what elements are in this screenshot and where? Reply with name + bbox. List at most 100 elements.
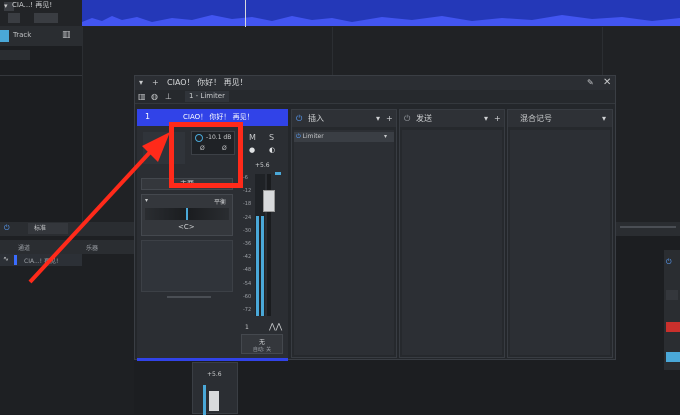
chevron-down-icon[interactable]: ▾ bbox=[602, 110, 606, 127]
channel-list-item[interactable]: ∿ CIA...! 再见! bbox=[0, 254, 82, 266]
track-color-swatch bbox=[0, 30, 9, 42]
channel-empty-slot[interactable] bbox=[141, 240, 233, 292]
window-title: CIAO！ 你好！ 再见！ bbox=[167, 78, 248, 87]
plus-icon[interactable]: + bbox=[152, 76, 159, 90]
channel-footer-bar bbox=[137, 358, 288, 361]
track-record-button[interactable] bbox=[8, 13, 20, 23]
chevron-down-icon[interactable]: ▾ bbox=[139, 76, 143, 90]
annotation-highlight-box bbox=[169, 122, 243, 188]
power-icon[interactable]: ⏻ bbox=[4, 224, 10, 233]
add-insert-icon[interactable]: + bbox=[386, 110, 393, 127]
meter-bar-right bbox=[261, 216, 264, 316]
automation-block[interactable]: 无 自动: 关 bbox=[241, 334, 283, 354]
power-icon[interactable]: ⏻ bbox=[296, 110, 302, 127]
notes-label: 混合记号 bbox=[520, 114, 552, 123]
waveform-view-icon[interactable]: ⋀⋀ bbox=[269, 322, 282, 331]
pan-indicator[interactable] bbox=[186, 208, 188, 220]
close-icon[interactable]: ✕ bbox=[603, 76, 611, 90]
mixer-icon[interactable]: ▥ bbox=[138, 90, 146, 104]
automation-number: 1 bbox=[245, 324, 249, 331]
insert-slot[interactable]: ⏻ Limiter ▾ bbox=[294, 132, 394, 142]
sends-header: ⏻ 发送 ▾ + bbox=[400, 110, 504, 127]
automation-mode: 自动: 关 bbox=[252, 347, 272, 353]
mini-channel-strip: +5.6 bbox=[192, 362, 238, 415]
pan-value: <C> bbox=[178, 223, 195, 231]
inserts-header: ⏻ 插入 ▾ + bbox=[292, 110, 396, 127]
pan-block: ▾ 平衡 <C> bbox=[141, 194, 233, 236]
power-icon[interactable]: ⏻ bbox=[296, 133, 301, 140]
record-icon[interactable]: ● bbox=[249, 146, 255, 154]
track-header[interactable]: Track ▥ bbox=[0, 26, 82, 46]
power-icon[interactable]: ⏻ bbox=[404, 110, 410, 127]
audio-waveform[interactable] bbox=[82, 0, 680, 26]
mute-label[interactable]: M bbox=[249, 133, 256, 142]
channel-column-header[interactable]: 通道 bbox=[18, 243, 30, 252]
notes-panel: 混合记号 ▾ bbox=[507, 109, 613, 358]
add-send-icon[interactable]: + bbox=[494, 110, 501, 127]
inserts-list: ⏻ Limiter ▾ bbox=[294, 130, 394, 355]
routing-icon[interactable]: ⊥ bbox=[165, 90, 172, 104]
meter-tick: -12 bbox=[243, 188, 252, 195]
pan-slider[interactable] bbox=[145, 208, 229, 220]
solo-label[interactable]: S bbox=[269, 133, 274, 142]
instrument-column-header[interactable]: 乐器 bbox=[86, 243, 98, 252]
channel-editor-window: ▾ + CIAO！ 你好！ 再见！ ✎ ✕ ▥ ◍ ⊥ 1 - Limiter … bbox=[134, 75, 616, 361]
meter-tick: -72 bbox=[243, 307, 252, 314]
notes-area[interactable] bbox=[510, 130, 610, 355]
track-dropdown[interactable] bbox=[0, 50, 30, 60]
mode-select[interactable]: 标准 bbox=[28, 223, 68, 234]
meter-tick: -6 bbox=[243, 175, 248, 181]
meter-tick: -54 bbox=[243, 280, 252, 287]
right-side-panel: ⏻ bbox=[664, 250, 680, 370]
side-toggle[interactable] bbox=[666, 352, 680, 362]
track-name-top[interactable]: CIA...! 再见! bbox=[12, 0, 52, 10]
chevron-down-icon[interactable]: ▾ bbox=[376, 110, 380, 127]
meter-tick: -18 bbox=[243, 201, 252, 208]
inserts-panel: ⏻ 插入 ▾ + ⏻ Limiter ▾ bbox=[291, 109, 397, 358]
notes-header: 混合记号 ▾ bbox=[508, 110, 612, 127]
meter-tick: -60 bbox=[243, 293, 252, 300]
insert-name: Limiter bbox=[302, 133, 324, 140]
meter-tick: -24 bbox=[243, 214, 252, 221]
zoom-slider[interactable] bbox=[620, 226, 676, 228]
meter-tick: -48 bbox=[243, 267, 252, 274]
sends-label: 发送 bbox=[416, 114, 432, 123]
chevron-down-icon[interactable]: ▾ bbox=[384, 132, 387, 142]
meter-bar-left bbox=[256, 216, 259, 316]
pin-icon[interactable]: ✎ bbox=[587, 76, 594, 90]
record-arm-button[interactable] bbox=[666, 322, 680, 332]
track-type-label: Track bbox=[13, 31, 32, 39]
track-monitor-button[interactable] bbox=[34, 13, 58, 23]
channel-name[interactable]: CIAO！ 你好！ 再见！ bbox=[183, 112, 254, 122]
power-icon-right[interactable]: ⏻ bbox=[666, 258, 672, 267]
mini-meter bbox=[203, 385, 206, 415]
channel-list: 通道 乐器 ∿ CIA...! 再见! bbox=[0, 236, 134, 414]
window-toolbar: ▥ ◍ ⊥ 1 - Limiter bbox=[135, 90, 615, 104]
sends-panel: ⏻ 发送 ▾ + bbox=[399, 109, 505, 358]
monitor-icon[interactable]: ◐ bbox=[269, 146, 275, 154]
chevron-down-icon[interactable]: ▾ bbox=[484, 110, 488, 127]
divider bbox=[167, 296, 211, 298]
meter-tick: -36 bbox=[243, 241, 252, 248]
divider bbox=[0, 75, 82, 76]
channel-number: 1 bbox=[145, 112, 151, 121]
mini-fader-value: +5.6 bbox=[207, 371, 222, 378]
automation-value: 无 bbox=[258, 339, 265, 346]
mini-fader-handle[interactable] bbox=[209, 391, 219, 411]
pan-label: 平衡 bbox=[214, 199, 227, 206]
channel-color bbox=[14, 255, 17, 265]
piano-keys-icon[interactable]: ▥ bbox=[62, 30, 71, 40]
globe-icon[interactable]: ◍ bbox=[151, 90, 158, 104]
meter-tick: -42 bbox=[243, 254, 252, 261]
meter-fader-area: -6 -12 -18 -24 -30 -36 -42 -48 -54 -60 -… bbox=[241, 170, 285, 320]
preset-label[interactable]: 1 - Limiter bbox=[185, 91, 229, 102]
inserts-label: 插入 bbox=[308, 114, 324, 123]
fader-value: +5.6 bbox=[255, 162, 270, 169]
waveform-icon: ∿ bbox=[3, 255, 9, 263]
side-button[interactable] bbox=[666, 290, 678, 300]
chevron-down-icon[interactable]: ▾ bbox=[145, 197, 148, 204]
sends-list[interactable] bbox=[402, 130, 502, 355]
fader-handle[interactable] bbox=[263, 190, 275, 212]
channel-list-header: 通道 乐器 bbox=[0, 240, 134, 254]
meter-tick: -30 bbox=[243, 227, 252, 234]
